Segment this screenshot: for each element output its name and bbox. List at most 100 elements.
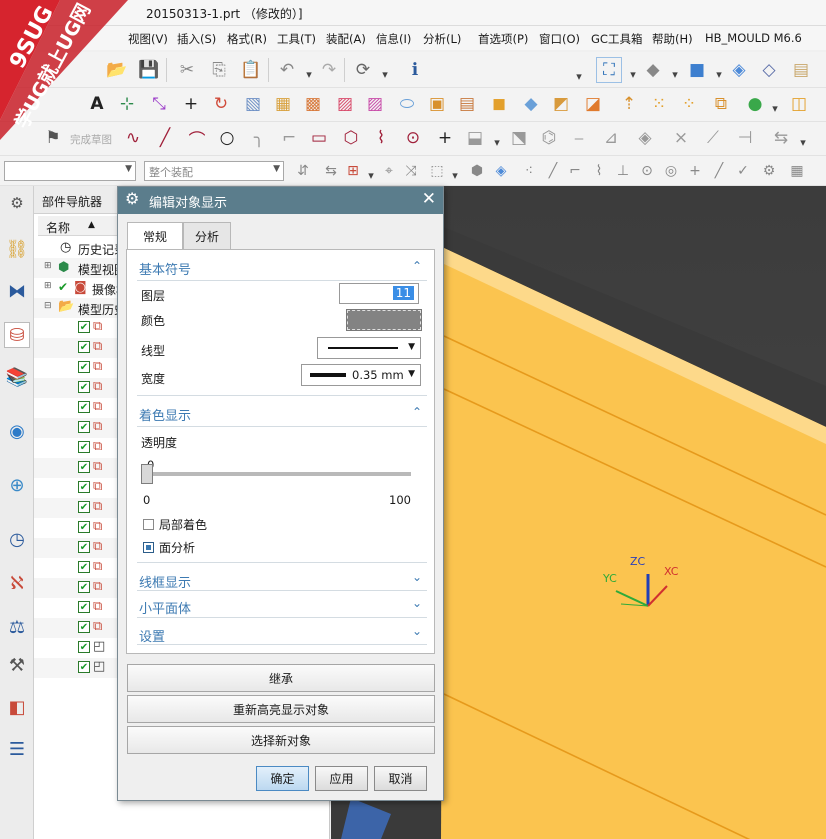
menu-assembly[interactable]: 装配(A) (326, 31, 366, 47)
sketch-point-icon[interactable]: + (432, 125, 458, 151)
menu-hb-mould[interactable]: HB_MOULD M6.6 (705, 31, 802, 45)
offset-dropdown-icon[interactable]: ▾ (488, 129, 506, 155)
layer-icon[interactable]: ▤ (788, 57, 814, 83)
web-browser-icon[interactable]: ⊕ (4, 472, 30, 498)
mirror-curve-icon[interactable]: ◈ (632, 125, 658, 151)
trim-body-icon[interactable]: ◩ (548, 91, 574, 117)
grid-icon[interactable]: ▦ (784, 158, 810, 184)
text-icon[interactable]: A (84, 91, 110, 117)
checkbox-checked-icon[interactable]: ✔ (78, 641, 90, 653)
partial-shading-checkbox[interactable] (143, 519, 154, 530)
face-analysis-checkbox[interactable] (143, 542, 154, 553)
datum-axis-icon[interactable]: ⤡ (146, 91, 172, 117)
color-swatch[interactable] (346, 309, 422, 331)
box-dropdown-icon[interactable]: ▾ (446, 162, 464, 188)
sew-icon[interactable]: ▨ (362, 91, 388, 117)
info-icon[interactable]: ℹ (402, 57, 428, 83)
color-icon[interactable]: ● (742, 91, 768, 117)
menu-preferences[interactable]: 首选项(P) (478, 31, 528, 47)
assembly-navigator-icon[interactable]: ⛓ (4, 236, 30, 262)
close-icon[interactable]: ✕ (422, 189, 436, 209)
save-icon[interactable]: 💾 (136, 57, 162, 83)
repeat-dropdown-icon[interactable]: ▾ (376, 61, 394, 87)
make-corner-icon[interactable]: ⊿ (598, 125, 624, 151)
view-orient-icon[interactable]: ■ (684, 57, 710, 83)
ellipse-icon[interactable]: ⊙ (400, 125, 426, 151)
profile-icon[interactable]: ∿ (120, 125, 146, 151)
quadrant-icon[interactable]: ◎ (658, 158, 684, 184)
basic-symbols-heading[interactable]: 基本符号 (139, 259, 191, 278)
checkbox-checked-icon[interactable]: ✔ (78, 481, 90, 493)
checkbox-checked-icon[interactable]: ✔ (78, 321, 90, 333)
collapse-icon[interactable]: ⊟ (44, 301, 52, 311)
menu-help[interactable]: 帮助(H) (652, 31, 693, 47)
search-dropdown-icon[interactable]: ▾ (570, 63, 588, 89)
checkbox-checked-icon[interactable]: ✔ (78, 441, 90, 453)
settings-heading[interactable]: 设置 (139, 626, 165, 645)
constraint-navigator-icon[interactable]: ⧓ (4, 278, 30, 304)
copy-icon[interactable]: ⎘ (206, 57, 232, 83)
arc-center-icon[interactable]: ⊙ (634, 158, 660, 184)
checkbox-checked-icon[interactable]: ✔ (78, 341, 90, 353)
existing-point-icon[interactable]: + (682, 158, 708, 184)
checkbox-checked-icon[interactable]: ✔ (78, 361, 90, 373)
snap-settings-icon[interactable]: ⚙ (756, 158, 782, 184)
layer-input[interactable]: 11 (339, 283, 419, 304)
surface-icon[interactable]: ▧ (240, 91, 266, 117)
menu-window[interactable]: 窗口(O) (539, 31, 580, 47)
part-select-icon[interactable]: ◈ (488, 158, 514, 184)
checkbox-checked-icon[interactable]: ✔ (78, 621, 90, 633)
chevron-down-icon[interactable]: ⌄ (412, 596, 422, 610)
checkbox-checked-icon[interactable]: ✔ (78, 501, 90, 513)
checkbox-checked-icon[interactable]: ✔ (78, 421, 90, 433)
menu-gc-toolbox[interactable]: GC工具箱 (591, 31, 642, 47)
width-select[interactable]: 0.35 mm ▼ (301, 364, 421, 386)
through-curves-icon[interactable]: ▨ (332, 91, 358, 117)
shading-dropdown-icon[interactable]: ▾ (666, 61, 684, 87)
arc-icon[interactable]: ⌒ (184, 125, 210, 151)
spline-icon[interactable]: ⌇ (368, 125, 394, 151)
on-face-icon[interactable]: ✓ (730, 158, 756, 184)
finish-sketch-icon[interactable]: ⚑ (40, 125, 66, 151)
checkbox-checked-icon[interactable]: ✔ (78, 461, 90, 473)
process-studio-icon[interactable]: ⚖ (4, 614, 30, 640)
manufacturing-wizard-icon[interactable]: ⚒ (4, 652, 30, 678)
type-filter-select[interactable]: ▼ (4, 161, 136, 181)
menu-tools[interactable]: 工具(T) (277, 31, 316, 47)
cancel-button[interactable]: 取消 (374, 766, 427, 791)
menu-information[interactable]: 信息(I) (376, 31, 411, 47)
menu-format[interactable]: 格式(R) (227, 31, 267, 47)
auto-constraint-icon[interactable]: ⊣ (732, 125, 758, 151)
polygon-icon[interactable]: ⬡ (338, 125, 364, 151)
constraint-icon[interactable]: ⟋ (700, 125, 726, 151)
checkbox-checked-icon[interactable]: ✔ (78, 521, 90, 533)
checkbox-checked-icon[interactable]: ✔ (78, 601, 90, 613)
chevron-down-icon[interactable]: ⌄ (412, 570, 422, 584)
part-navigator-icon[interactable]: ⛁ (4, 322, 30, 348)
revolve-icon[interactable]: ↻ (208, 91, 234, 117)
system-materials-icon[interactable]: ℵ (4, 570, 30, 596)
line-icon[interactable]: ╱ (152, 125, 178, 151)
menu-analysis[interactable]: 分析(L) (423, 31, 461, 47)
intersection-icon[interactable]: ⊥ (610, 158, 636, 184)
hd3d-tools-icon[interactable]: ◉ (4, 418, 30, 444)
midpoint-icon[interactable]: ⌐ (562, 158, 588, 184)
ok-button[interactable]: 确定 (256, 766, 309, 791)
shading-style-icon[interactable]: ◆ (640, 57, 666, 83)
reuse-library-icon[interactable]: 📚 (4, 364, 30, 390)
chamfer-icon[interactable]: ⌐ (276, 125, 302, 151)
point-snap-icon[interactable]: ⁖ (516, 158, 542, 184)
mesh-surface-icon[interactable]: ▦ (270, 91, 296, 117)
repeat-command-icon[interactable]: ⟳ (350, 57, 376, 83)
dialog-titlebar[interactable]: ⚙ 编辑对象显示 ✕ (118, 187, 443, 214)
selection-scope-select[interactable]: 整个装配 ▼ (144, 161, 284, 181)
control-point-icon[interactable]: ⌇ (586, 158, 612, 184)
settings-gear-icon[interactable]: ⚙ (4, 190, 30, 216)
quick-trim-icon[interactable]: ⌬ (536, 125, 562, 151)
cut-icon[interactable]: ✂ (174, 57, 200, 83)
split-body-icon[interactable]: ◪ (580, 91, 606, 117)
fit-view-icon[interactable]: ⛶ (596, 57, 622, 83)
tab-general[interactable]: 常规 (127, 222, 183, 250)
reselect-highlight-button[interactable]: 重新高亮显示对象 (127, 695, 435, 723)
expand-icon[interactable]: ⊞ (44, 261, 52, 271)
